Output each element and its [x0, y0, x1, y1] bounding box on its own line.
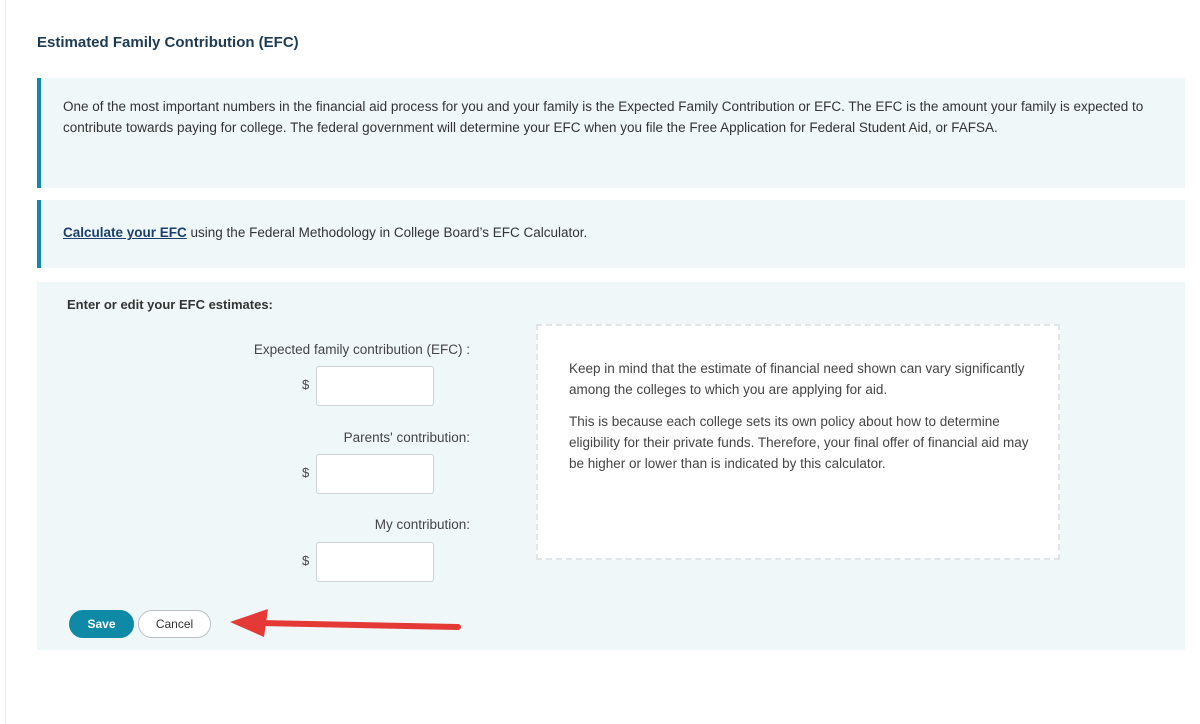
efc-calculator-callout: Calculate your EFC using the Federal Met… [37, 200, 1185, 268]
my-contribution-input[interactable] [316, 542, 434, 582]
my-contribution-label: My contribution: [374, 517, 470, 532]
parents-contribution-input[interactable] [316, 454, 434, 494]
page: Estimated Family Contribution (EFC) One … [0, 0, 1200, 724]
efc-currency-symbol: $ [302, 377, 310, 392]
section-title: Estimated Family Contribution (EFC) [37, 34, 299, 51]
parents-currency-symbol: $ [302, 465, 310, 480]
efc-intro-callout: One of the most important numbers in the… [37, 78, 1185, 188]
calculator-description: using the Federal Methodology in College… [186, 225, 588, 240]
cancel-button[interactable]: Cancel [138, 610, 211, 638]
my-currency-symbol: $ [302, 553, 310, 568]
efc-intro-text: One of the most important numbers in the… [63, 99, 1144, 135]
note-paragraph-1: Keep in mind that the estimate of financ… [569, 361, 1025, 397]
arrow-left-icon [230, 609, 461, 637]
financial-need-note: Keep in mind that the estimate of financ… [536, 324, 1060, 560]
form-heading: Enter or edit your EFC estimates: [67, 297, 273, 312]
efc-estimates-form: Enter or edit your EFC estimates: Expect… [37, 282, 1185, 650]
efc-input[interactable] [316, 366, 434, 406]
note-paragraph-2: This is because each college sets its ow… [569, 414, 1029, 471]
parents-contribution-label: Parents' contribution: [343, 430, 470, 445]
efc-field-label: Expected family contribution (EFC) : [253, 342, 470, 357]
calculate-efc-link[interactable]: Calculate your EFC [63, 225, 187, 240]
save-button[interactable]: Save [69, 610, 134, 638]
left-divider [5, 0, 6, 724]
